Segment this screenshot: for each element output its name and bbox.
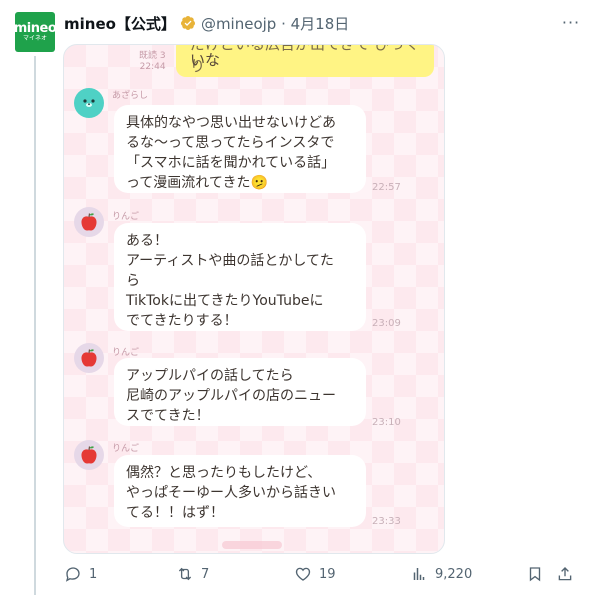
message-line: アーティストや曲の話とかしてた: [126, 253, 334, 269]
message-sender: あざらし: [112, 91, 149, 101]
own-message-line-1: だけどいる広告が出てきて びっくり: [190, 44, 420, 75]
message-line: やっぱそーゆー人多いから話きい: [126, 485, 336, 501]
apple-icon: [81, 446, 97, 464]
repost-icon: [178, 567, 192, 581]
own-message-bubble: だけどいる広告が出てきて びっくり いな: [176, 44, 434, 77]
thread-line: [34, 56, 36, 595]
message-line: 具体的なやつ思い出せないけどあ: [126, 115, 336, 131]
message-line: スでてきた！: [126, 408, 210, 424]
message-line: てる！！はず！: [126, 505, 224, 521]
reply-count: 1: [89, 566, 98, 582]
message-time: 23:10: [372, 417, 401, 428]
views-count: 9,220: [435, 566, 473, 582]
avatar-logo-subtext: マイネオ: [22, 35, 47, 42]
apple-avatar-icon: [74, 207, 104, 237]
message-line: ら: [126, 273, 140, 289]
message-sender: りんご: [112, 444, 140, 454]
message-time: 23:33: [372, 516, 401, 527]
read-time: 22:44: [139, 62, 166, 72]
apple-icon: [81, 349, 97, 367]
views-button[interactable]: 9,220: [410, 560, 472, 588]
author-handle-and-date[interactable]: @mineojp · 4月18日: [201, 13, 349, 34]
tweet-image[interactable]: 既読 3 22:44 だけどいる広告が出てきて びっくり いな あざらし 具体的…: [63, 44, 445, 554]
message-line: 「スマホに話を聞かれている話」: [126, 155, 336, 171]
repost-button[interactable]: 7: [176, 560, 209, 588]
share-icon: [558, 567, 572, 581]
reply-button[interactable]: 1: [64, 560, 97, 588]
like-count: 19: [319, 566, 336, 582]
author-name[interactable]: mineo【公式】: [64, 13, 176, 34]
message-time: 22:57: [372, 182, 401, 193]
message-bubble: 具体的なやつ思い出せないけどあ るな〜って思ってたらインスタで 「スマホに話を聞…: [114, 105, 366, 193]
more-options-icon[interactable]: ···: [561, 13, 581, 32]
heart-icon: [295, 567, 311, 581]
message-sender: りんご: [112, 212, 140, 222]
message-bubble: ある！ アーティストや曲の話とかしてた ら TikTokに出てきたりYouTub…: [114, 223, 366, 331]
seal-face-icon: [75, 89, 103, 117]
repost-count: 7: [201, 566, 210, 582]
seal-avatar-icon: [74, 88, 104, 118]
scroll-indicator: [222, 541, 282, 549]
tweet-header: mineo【公式】 @mineojp · 4月18日: [64, 13, 349, 33]
verified-badge-icon[interactable]: [180, 15, 196, 31]
apple-icon: [81, 213, 97, 231]
bookmark-button[interactable]: [526, 560, 544, 588]
read-label: 既読 3: [139, 51, 166, 61]
message-line: TikTokに出てきたりYouTubeに: [126, 293, 324, 309]
like-button[interactable]: 19: [294, 560, 336, 588]
message-line: って漫画流れてきた🫤: [126, 175, 268, 191]
apple-avatar-icon: [74, 343, 104, 373]
read-receipt: 既読 3 22:44: [139, 51, 166, 73]
message-time: 23:09: [372, 318, 401, 329]
message-line: 尼崎のアップルパイの店のニュー: [126, 388, 336, 404]
message-line: ある！: [126, 233, 168, 249]
reply-icon: [65, 567, 80, 582]
message-line: でてきたりする！: [126, 313, 238, 329]
message-line: アップルパイの話してたら: [126, 368, 294, 384]
message-bubble: 偶然？と思ったりもしたけど、 やっぱそーゆー人多いから話きい てる！！はず！: [114, 455, 366, 527]
message-line: 偶然？と思ったりもしたけど、: [126, 465, 322, 481]
avatar-logo-text: mineo: [13, 21, 57, 36]
apple-avatar-icon: [74, 440, 104, 470]
bookmark-icon: [529, 567, 541, 582]
own-message-line-2: いな: [190, 51, 221, 69]
message-bubble: アップルパイの話してたら 尼崎のアップルパイの店のニュー スでてきた！: [114, 358, 366, 426]
author-avatar[interactable]: mineo マイネオ: [13, 12, 57, 52]
analytics-icon: [413, 568, 425, 580]
message-sender: りんご: [112, 348, 140, 358]
message-line: るな〜って思ってたらインスタで: [126, 135, 335, 151]
share-button[interactable]: [556, 560, 574, 588]
